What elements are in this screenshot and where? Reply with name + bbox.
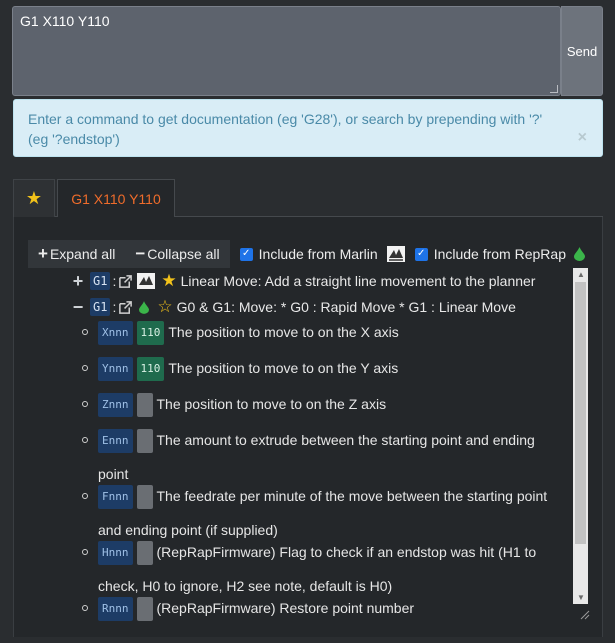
tab-active-command[interactable]: G1 X110 Y110: [57, 179, 175, 218]
scroll-down-icon[interactable]: ▼: [577, 593, 585, 602]
marlin-logo-icon: [386, 246, 405, 262]
param-description: The feedrate per minute of the move betw…: [98, 488, 548, 538]
results-toolbar: + Expand all − Collapse all ✓ Include fr…: [28, 239, 598, 269]
param-description: The position to move to on the Z axis: [156, 396, 387, 412]
include-reprap-label: Include from RepRap: [433, 246, 566, 262]
param-name-badge: Xnnn: [98, 321, 133, 346]
include-reprap-checkbox[interactable]: ✓: [414, 247, 428, 261]
info-text: Enter a command to get documentation (eg…: [28, 111, 543, 147]
reprap-drop-icon: [573, 247, 585, 261]
collapse-all-button[interactable]: − Collapse all: [125, 240, 230, 268]
param-name-badge: Rnnn: [98, 597, 133, 622]
plus-icon: +: [38, 244, 48, 263]
list-bullet: [82, 437, 88, 443]
list-bullet: [82, 401, 88, 407]
scrollbar-thumb[interactable]: [575, 282, 586, 544]
send-button[interactable]: Send: [561, 6, 603, 96]
param-description: (RepRapFirmware) Restore point number: [156, 600, 415, 616]
tab-bar: ★ G1 X110 Y110: [13, 179, 603, 218]
star-filled-icon[interactable]: ★: [161, 271, 176, 291]
reprap-drop-icon: [139, 300, 150, 314]
param-item: Znnn The position to move to on the Z axi…: [98, 387, 568, 421]
list-bullet: [82, 493, 88, 499]
expand-icon[interactable]: +: [70, 271, 86, 292]
param-name-badge: Hnnn: [98, 541, 133, 566]
code-badge: G1: [90, 272, 111, 290]
param-description: (RepRapFirmware) Flag to check if an end…: [98, 544, 537, 594]
tab-favorites[interactable]: ★: [13, 179, 55, 217]
param-item: Rnnn (RepRapFirmware) Restore point numbe…: [98, 591, 568, 624]
param-name-badge: Znnn: [98, 393, 133, 418]
param-value-badge: [136, 485, 153, 510]
list-bullet: [82, 605, 88, 611]
param-description: The amount to extrude between the starti…: [98, 432, 535, 482]
param-item: Ynnn 110 The position to move to on the Y …: [98, 351, 568, 385]
results-scrollbar[interactable]: ▲ ▼: [573, 268, 588, 604]
param-value-badge: [136, 429, 153, 454]
param-description: The position to move to on the X axis: [168, 324, 399, 340]
param-value-badge: [136, 541, 153, 566]
expand-all-label: Expand all: [49, 246, 116, 262]
param-value-badge: 110: [136, 357, 165, 382]
command-input-value: G1 X110 Y110: [20, 13, 110, 29]
scroll-up-icon[interactable]: ▲: [577, 270, 585, 279]
param-value-badge: [136, 393, 153, 418]
param-description: The position to move to on the Y axis: [168, 360, 399, 376]
param-item: Xnnn 110 The position to move to on the X …: [98, 315, 568, 349]
results-list: + G1 : ★ Linear Move: Add a straight lin…: [28, 268, 574, 624]
list-bullet: [82, 365, 88, 371]
collapse-icon[interactable]: −: [70, 297, 86, 318]
include-marlin-label: Include from Marlin: [258, 246, 378, 262]
star-outline-icon[interactable]: ☆: [157, 297, 172, 317]
star-icon: ★: [25, 188, 43, 208]
info-alert: Enter a command to get documentation (eg…: [13, 99, 603, 157]
resize-corner-icon[interactable]: [578, 608, 590, 620]
list-bullet: [82, 549, 88, 555]
code-badge: G1: [90, 298, 111, 316]
param-name-badge: Fnnn: [98, 485, 133, 510]
param-value-badge: [136, 597, 153, 622]
result-item[interactable]: + G1 : ★ Linear Move: Add a straight lin…: [70, 268, 536, 294]
result-title: G0 & G1: Move: * G0 : Rapid Move * G1 : …: [176, 299, 516, 315]
external-link-icon[interactable]: [118, 300, 133, 315]
separator: :: [112, 273, 117, 289]
param-name-badge: Ennn: [98, 429, 133, 454]
resize-grip[interactable]: [550, 85, 558, 93]
marlin-logo-icon: [137, 273, 156, 289]
result-title: Linear Move: Add a straight line movemen…: [180, 273, 536, 289]
list-bullet: [82, 329, 88, 335]
minus-icon: −: [135, 244, 146, 263]
close-icon[interactable]: ×: [578, 128, 587, 148]
param-name-badge: Ynnn: [98, 357, 133, 382]
include-marlin-checkbox[interactable]: ✓: [239, 247, 253, 261]
command-input[interactable]: G1 X110 Y110: [12, 6, 561, 96]
collapse-all-label: Collapse all: [147, 246, 220, 262]
external-link-icon[interactable]: [118, 274, 133, 289]
expand-all-button[interactable]: + Expand all: [28, 240, 126, 268]
param-value-badge: 110: [136, 321, 165, 346]
separator: :: [112, 299, 117, 315]
